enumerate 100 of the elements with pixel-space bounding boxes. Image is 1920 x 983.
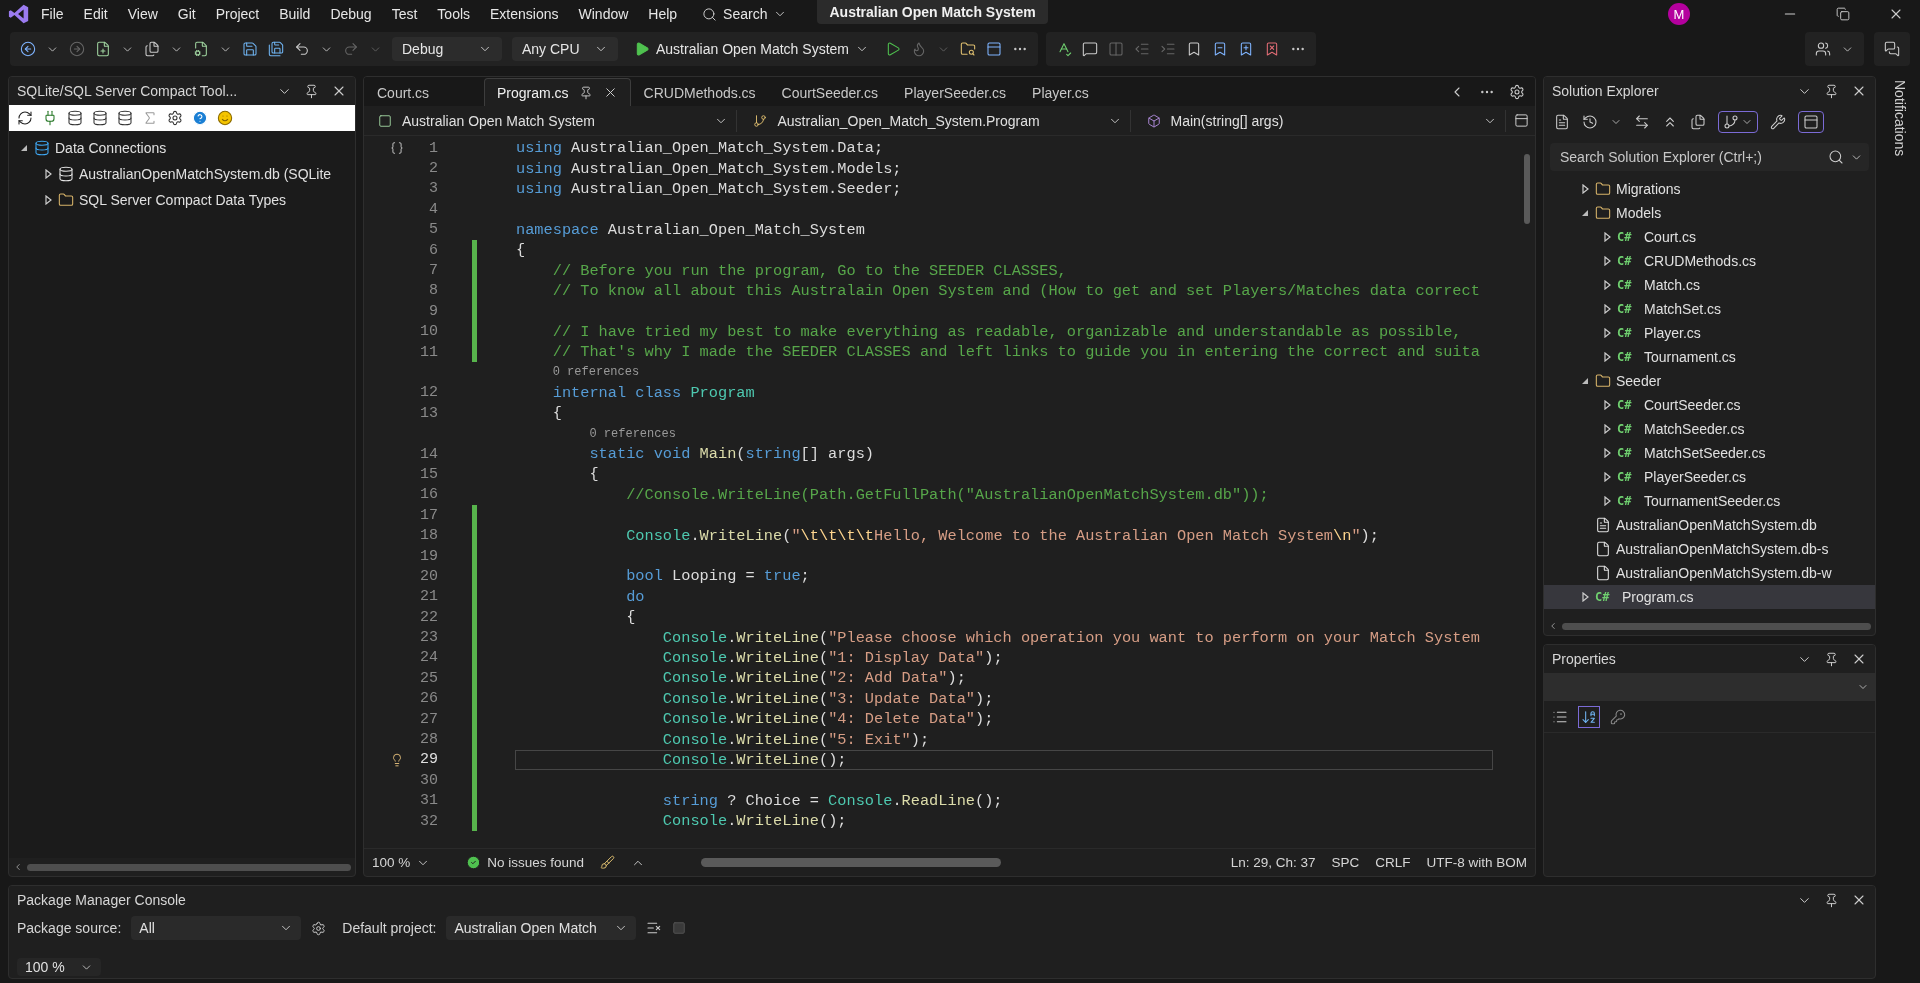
tree-item[interactable]: C# Player.cs	[1544, 321, 1875, 345]
flame-icon[interactable]	[911, 41, 927, 57]
history-icon[interactable]	[1582, 114, 1598, 130]
sync-icon[interactable]	[1634, 114, 1650, 130]
menu-item[interactable]: View	[118, 3, 167, 25]
tree-item[interactable]: C# Program.cs	[1544, 585, 1875, 609]
wrench-icon[interactable]	[1770, 114, 1786, 130]
collapse-arrow-icon[interactable]	[1580, 208, 1590, 218]
comment-icon[interactable]	[1082, 41, 1098, 57]
add-database-icon[interactable]	[92, 110, 108, 126]
configuration-dropdown[interactable]: Debug	[392, 37, 502, 61]
editor-tab[interactable]: CourtSeeder.cs	[768, 78, 892, 106]
tree-item-label[interactable]: SQL Server Compact Data Types	[79, 192, 286, 208]
expand-arrow-icon[interactable]	[1602, 448, 1612, 458]
clear-console-icon[interactable]	[646, 920, 663, 936]
expand-arrow-icon[interactable]	[1602, 256, 1612, 266]
window-icon[interactable]	[986, 41, 1002, 57]
tree-item[interactable]: C# MatchSet.cs	[1544, 297, 1875, 321]
feedback-icon[interactable]	[1884, 41, 1900, 57]
collapse-arrow-icon[interactable]	[19, 143, 29, 153]
pin-icon[interactable]	[304, 83, 319, 99]
search-box[interactable]: Search Solution Explorer (Ctrl+;)	[1550, 143, 1869, 171]
preview-button[interactable]	[1798, 111, 1824, 133]
folder-search-icon[interactable]	[960, 41, 976, 57]
forward-icon[interactable]	[69, 41, 85, 57]
editor-tab[interactable]: Court.cs	[364, 78, 484, 106]
references-lens[interactable]: 0 references	[589, 426, 676, 441]
run-without-debugging-icon[interactable]	[885, 41, 901, 57]
help-icon[interactable]	[192, 110, 208, 126]
expand-arrow-icon[interactable]	[43, 169, 53, 179]
outdent-icon[interactable]	[1134, 41, 1150, 57]
user-avatar[interactable]: M	[1668, 3, 1690, 25]
smiley-icon[interactable]	[217, 110, 233, 126]
scrollbar-thumb[interactable]	[1524, 154, 1530, 224]
add-database-icon[interactable]	[67, 110, 83, 126]
undo-icon[interactable]	[294, 41, 310, 57]
scrollbar-thumb[interactable]	[701, 858, 1002, 867]
expand-arrow-icon[interactable]	[1602, 496, 1612, 506]
save-icon[interactable]	[242, 41, 258, 57]
menu-item[interactable]: Build	[270, 3, 320, 25]
tree-item[interactable]: Seeder	[1544, 369, 1875, 393]
new-item-icon[interactable]	[95, 41, 111, 57]
menu-item[interactable]: Test	[382, 3, 427, 25]
menu-item[interactable]: Window	[569, 3, 638, 25]
bookmark-icon[interactable]	[1186, 41, 1202, 57]
previous-bookmark-icon[interactable]	[1212, 41, 1228, 57]
expand-arrow-icon[interactable]	[43, 195, 53, 205]
spell-check-icon[interactable]	[1056, 41, 1072, 57]
tree-item-label[interactable]: AustralianOpenMatchSystem.db (SQLite	[79, 166, 332, 182]
default-project-dropdown[interactable]: Australian Open Match	[446, 916, 637, 940]
plug-icon[interactable]	[42, 110, 58, 126]
expand-arrow-icon[interactable]	[1602, 328, 1612, 338]
pin-icon[interactable]	[578, 85, 593, 100]
menu-item[interactable]: Project	[206, 3, 269, 25]
encoding[interactable]: UTF-8 with BOM	[1426, 855, 1527, 870]
files-icon[interactable]	[144, 41, 160, 57]
collapse-arrow-icon[interactable]	[1580, 376, 1590, 386]
restore-icon[interactable]	[1836, 7, 1850, 21]
references-lens[interactable]: 0 references	[552, 365, 640, 380]
package-source-dropdown[interactable]: All	[131, 916, 302, 940]
search-field[interactable]: Search Solution Explorer (Ctrl+;)	[1558, 144, 1822, 170]
files-icon[interactable]	[1690, 114, 1706, 130]
add-file-icon[interactable]	[193, 41, 209, 57]
clear-bookmarks-icon[interactable]	[1264, 41, 1280, 57]
settings-icon[interactable]	[311, 920, 327, 936]
database-icon[interactable]	[117, 110, 133, 126]
line-endings[interactable]: CRLF	[1375, 855, 1411, 870]
tree-item[interactable]: AustralianOpenMatchSystem.db-s	[1544, 537, 1875, 561]
issues-status[interactable]: No issues found	[487, 855, 585, 870]
expand-arrow-icon[interactable]	[1602, 472, 1612, 482]
notifications-tab[interactable]: Notifications	[1892, 80, 1908, 983]
editor-tab[interactable]: PlayerSeeder.cs	[891, 78, 1020, 106]
tree-item[interactable]: AustralianOpenMatchSystem.db-w	[1544, 561, 1875, 585]
key-icon[interactable]	[1610, 708, 1626, 725]
tree-item[interactable]: C# CRUDMethods.cs	[1544, 249, 1875, 273]
expand-arrow-icon[interactable]	[1602, 304, 1612, 314]
editor-tab[interactable]: Player.cs	[1019, 78, 1140, 106]
menu-item[interactable]: Git	[168, 3, 205, 25]
editor-tab[interactable]: Program.cs	[484, 78, 631, 106]
pin-icon[interactable]	[1824, 651, 1839, 667]
menu-item[interactable]: Help	[639, 3, 687, 25]
tree-item[interactable]: C# PlayerSeeder.cs	[1544, 465, 1875, 489]
tree-item[interactable]: C# Match.cs	[1544, 273, 1875, 297]
split-icon[interactable]	[1514, 113, 1529, 128]
next-bookmark-icon[interactable]	[1238, 41, 1254, 57]
menu-item[interactable]: Extensions	[481, 3, 568, 25]
zoom-dropdown[interactable]: 100 %	[17, 958, 101, 976]
indent-mode[interactable]: SPC	[1331, 855, 1360, 870]
expand-arrow-icon[interactable]	[1580, 592, 1590, 602]
expand-arrow-icon[interactable]	[1602, 280, 1612, 290]
tree-item-label[interactable]: Data Connections	[55, 140, 167, 156]
back-icon[interactable]	[20, 41, 36, 57]
tree-item[interactable]: C# TournamentSeeder.cs	[1544, 489, 1875, 513]
zoom-dropdown[interactable]: 100 %	[372, 855, 431, 870]
scrollbar-thumb[interactable]	[1562, 622, 1871, 630]
pin-icon[interactable]	[1824, 83, 1839, 99]
scrollbar-thumb[interactable]	[27, 863, 351, 871]
document-icon[interactable]	[1554, 114, 1570, 130]
live-share-icon[interactable]	[1815, 41, 1831, 57]
expand-arrow-icon[interactable]	[1602, 232, 1612, 242]
